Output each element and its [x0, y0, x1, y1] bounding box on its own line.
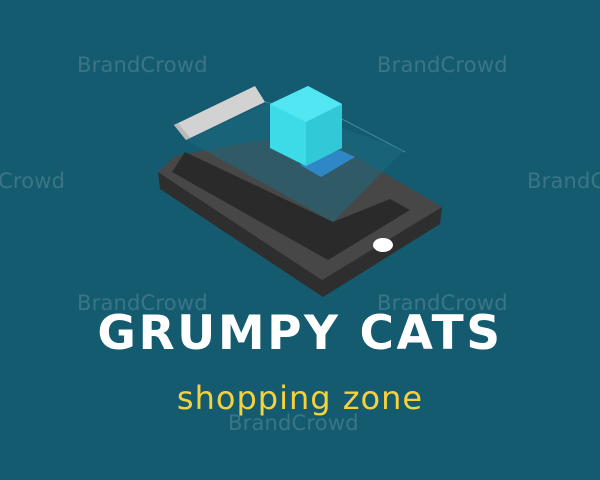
- brand-name: GRUMPY CATS: [97, 306, 503, 361]
- logo-canvas: BrandCrowd BrandCrowd Crowd BrandCrowd B…: [0, 0, 600, 480]
- home-button-icon: [373, 238, 393, 252]
- brand-tagline: shopping zone: [176, 379, 424, 417]
